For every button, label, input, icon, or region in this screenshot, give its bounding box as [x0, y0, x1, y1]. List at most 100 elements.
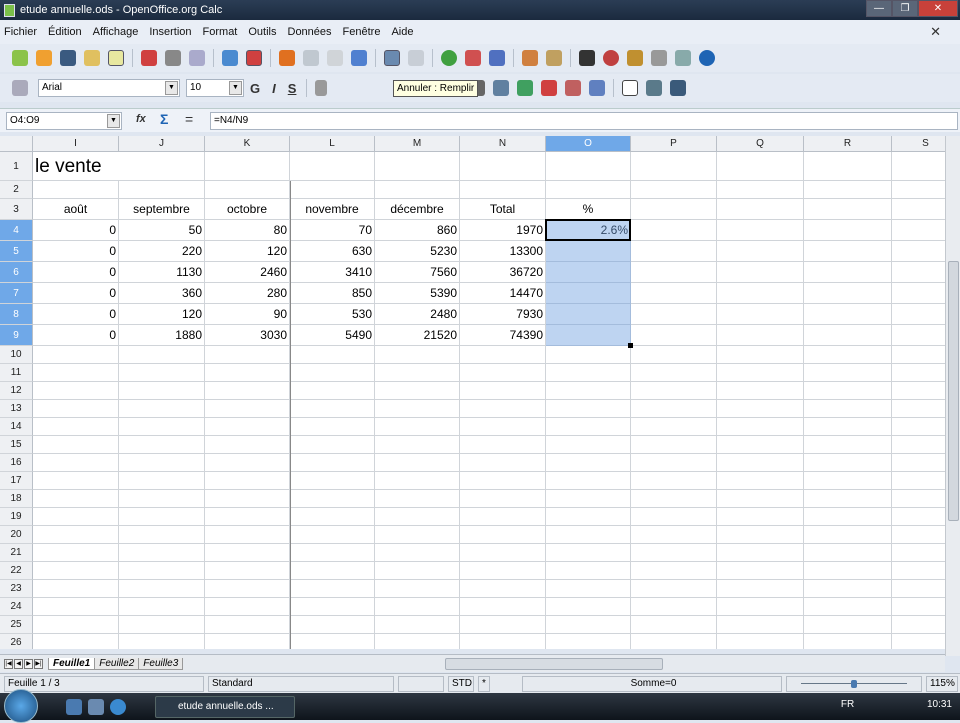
cell[interactable]: [33, 562, 119, 580]
cell[interactable]: [892, 400, 945, 418]
cell[interactable]: [804, 544, 892, 562]
cell[interactable]: [119, 382, 205, 400]
cell[interactable]: [460, 598, 546, 616]
cell[interactable]: [717, 325, 804, 346]
copy-icon[interactable]: [303, 50, 319, 66]
cell[interactable]: [460, 454, 546, 472]
cell[interactable]: 0: [33, 283, 119, 304]
column-header[interactable]: M: [375, 136, 460, 152]
cell[interactable]: [375, 580, 460, 598]
minimize-button[interactable]: —: [866, 0, 892, 17]
cell[interactable]: [460, 634, 546, 649]
cell[interactable]: [375, 400, 460, 418]
cell[interactable]: [546, 181, 631, 199]
cell[interactable]: [631, 598, 717, 616]
cell[interactable]: 5490: [290, 325, 375, 346]
cell[interactable]: [119, 418, 205, 436]
row-header[interactable]: 11: [0, 364, 33, 382]
menu-8[interactable]: Aide: [391, 26, 413, 38]
cell[interactable]: 5230: [375, 241, 460, 262]
cell[interactable]: [33, 634, 119, 649]
cell[interactable]: 90: [205, 304, 290, 325]
cell[interactable]: [205, 472, 290, 490]
cell[interactable]: [290, 472, 375, 490]
cell[interactable]: 70: [290, 220, 375, 241]
cell[interactable]: [892, 616, 945, 634]
borders-icon[interactable]: [622, 80, 639, 96]
undo-icon[interactable]: [384, 50, 400, 66]
last-sheet-button[interactable]: ▶|: [34, 658, 43, 669]
cell[interactable]: [804, 526, 892, 544]
cell[interactable]: [717, 283, 804, 304]
column-header[interactable]: N: [460, 136, 546, 152]
cell[interactable]: 7930: [460, 304, 546, 325]
internet-explorer-icon[interactable]: [110, 699, 126, 715]
cell[interactable]: [290, 418, 375, 436]
cell[interactable]: [546, 283, 631, 304]
cell[interactable]: [119, 364, 205, 382]
font-name-select[interactable]: Arial ▼: [38, 79, 180, 97]
cell[interactable]: [546, 241, 631, 262]
cell[interactable]: [631, 181, 717, 199]
cell[interactable]: [804, 562, 892, 580]
column-header[interactable]: O: [546, 136, 631, 152]
row-header[interactable]: 17: [0, 472, 33, 490]
cell[interactable]: [546, 152, 631, 181]
row-header[interactable]: 13: [0, 400, 33, 418]
cell[interactable]: [119, 436, 205, 454]
cell[interactable]: [717, 634, 804, 649]
vertical-scrollbar[interactable]: [945, 136, 960, 656]
prev-sheet-button[interactable]: ◀: [14, 658, 23, 669]
cell[interactable]: [460, 562, 546, 580]
cell[interactable]: [717, 490, 804, 508]
cell[interactable]: [631, 544, 717, 562]
cell[interactable]: [290, 382, 375, 400]
cell[interactable]: [804, 508, 892, 526]
cell[interactable]: [290, 526, 375, 544]
add-decimal-icon[interactable]: [517, 80, 534, 96]
cell[interactable]: [631, 454, 717, 472]
cell[interactable]: [460, 400, 546, 418]
cell[interactable]: [546, 544, 631, 562]
cell[interactable]: [33, 490, 119, 508]
cell[interactable]: [631, 346, 717, 364]
cell[interactable]: [631, 580, 717, 598]
gallery-icon[interactable]: [627, 50, 643, 66]
cell[interactable]: [546, 400, 631, 418]
cell[interactable]: [546, 580, 631, 598]
zoom-level[interactable]: 115%: [926, 676, 958, 692]
cell[interactable]: [631, 418, 717, 436]
export-pdf-icon[interactable]: [141, 50, 157, 66]
cell[interactable]: [119, 580, 205, 598]
cell[interactable]: [717, 598, 804, 616]
cell[interactable]: 2480: [375, 304, 460, 325]
cell[interactable]: [631, 490, 717, 508]
first-sheet-button[interactable]: |◀: [4, 658, 13, 669]
cell[interactable]: [546, 634, 631, 649]
hyperlink-icon[interactable]: [441, 50, 457, 66]
cell[interactable]: [375, 634, 460, 649]
cell[interactable]: [33, 580, 119, 598]
zoom-icon[interactable]: [675, 50, 691, 66]
cell[interactable]: [33, 181, 119, 199]
insert-mode[interactable]: STD: [448, 676, 474, 692]
cell[interactable]: [892, 364, 945, 382]
cell[interactable]: [119, 634, 205, 649]
cell[interactable]: [290, 562, 375, 580]
cell[interactable]: [717, 152, 804, 181]
sheet-tab[interactable]: Feuille1: [48, 657, 96, 670]
italic-button[interactable]: I: [272, 81, 276, 96]
cell[interactable]: [33, 436, 119, 454]
row-header[interactable]: 25: [0, 616, 33, 634]
cell[interactable]: [375, 152, 460, 181]
cell[interactable]: [205, 634, 290, 649]
cell[interactable]: [804, 304, 892, 325]
cell[interactable]: [205, 181, 290, 199]
cell[interactable]: [631, 634, 717, 649]
zoom-slider[interactable]: [786, 676, 922, 692]
cell[interactable]: 860: [375, 220, 460, 241]
cell[interactable]: 74390: [460, 325, 546, 346]
clock[interactable]: 10:31: [927, 699, 952, 710]
cell[interactable]: [804, 220, 892, 241]
cell[interactable]: [892, 199, 945, 220]
